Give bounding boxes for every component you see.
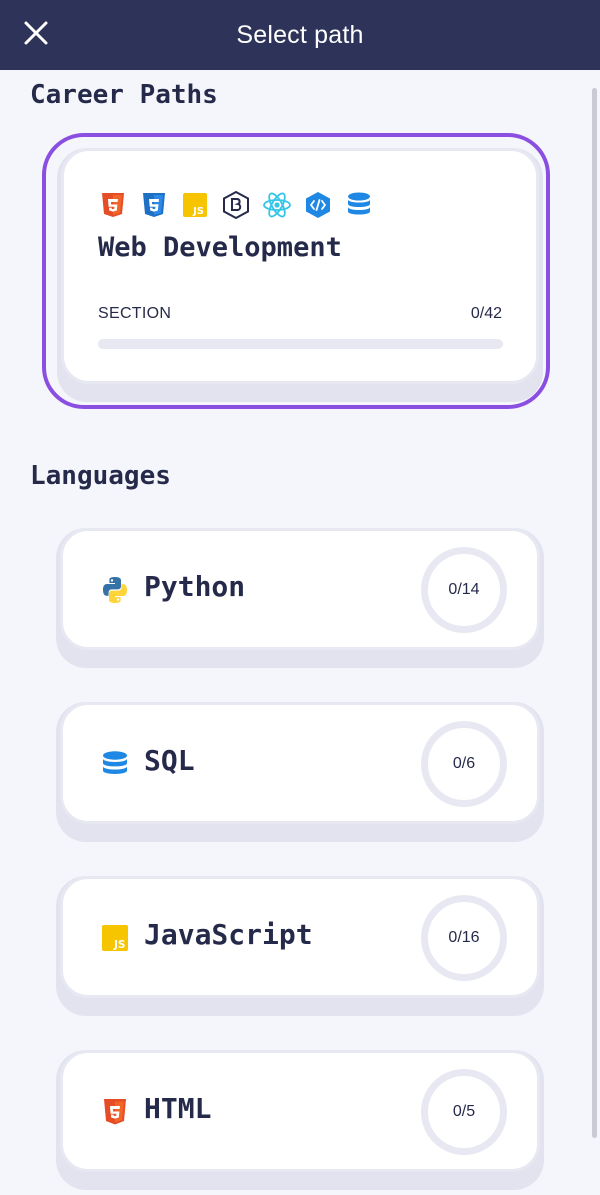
language-card-python[interactable]: Python 0/14	[56, 528, 544, 668]
progress-count: 0/16	[448, 929, 480, 946]
progress-count: 0/6	[452, 755, 476, 772]
page-title: Select path	[236, 20, 364, 49]
select-path-screen: Select path Career Paths JS Web Developm…	[0, 0, 600, 1195]
tech-icon-row: JS	[98, 190, 374, 220]
language-card-javascript[interactable]: JS JavaScript 0/16	[56, 876, 544, 1016]
language-card-html[interactable]: HTML 0/5	[56, 1050, 544, 1190]
svg-text:JS: JS	[113, 939, 125, 951]
language-card-sql[interactable]: SQL 0/6	[56, 702, 544, 842]
html5-icon	[98, 190, 128, 220]
close-icon	[23, 20, 49, 50]
section-label: SECTION	[98, 305, 172, 322]
languages-heading: Languages	[30, 461, 171, 491]
section-progress-count: 0/42	[470, 305, 502, 322]
css3-icon	[139, 190, 169, 220]
python-icon	[100, 575, 130, 605]
progress-count: 0/5	[452, 1103, 476, 1120]
database-icon	[344, 190, 374, 220]
progress-count: 0/14	[448, 581, 480, 598]
react-icon	[262, 190, 292, 220]
javascript-icon: JS	[180, 190, 210, 220]
top-bar: Select path	[0, 0, 600, 70]
html5-icon	[100, 1097, 130, 1127]
language-name: SQL	[144, 744, 195, 777]
language-name: HTML	[144, 1092, 212, 1125]
close-button[interactable]	[18, 17, 54, 53]
language-name: JavaScript	[144, 918, 313, 951]
scrollbar[interactable]	[592, 88, 597, 1138]
database-icon	[100, 749, 130, 779]
svg-text:JS: JS	[192, 206, 204, 217]
career-paths-heading: Career Paths	[30, 80, 218, 110]
javascript-icon: JS	[100, 923, 130, 953]
section-progress-bar	[98, 339, 503, 349]
career-path-title: Web Development	[98, 232, 342, 263]
bootstrap-icon	[221, 190, 251, 220]
language-name: Python	[144, 570, 246, 603]
code-icon	[303, 190, 333, 220]
